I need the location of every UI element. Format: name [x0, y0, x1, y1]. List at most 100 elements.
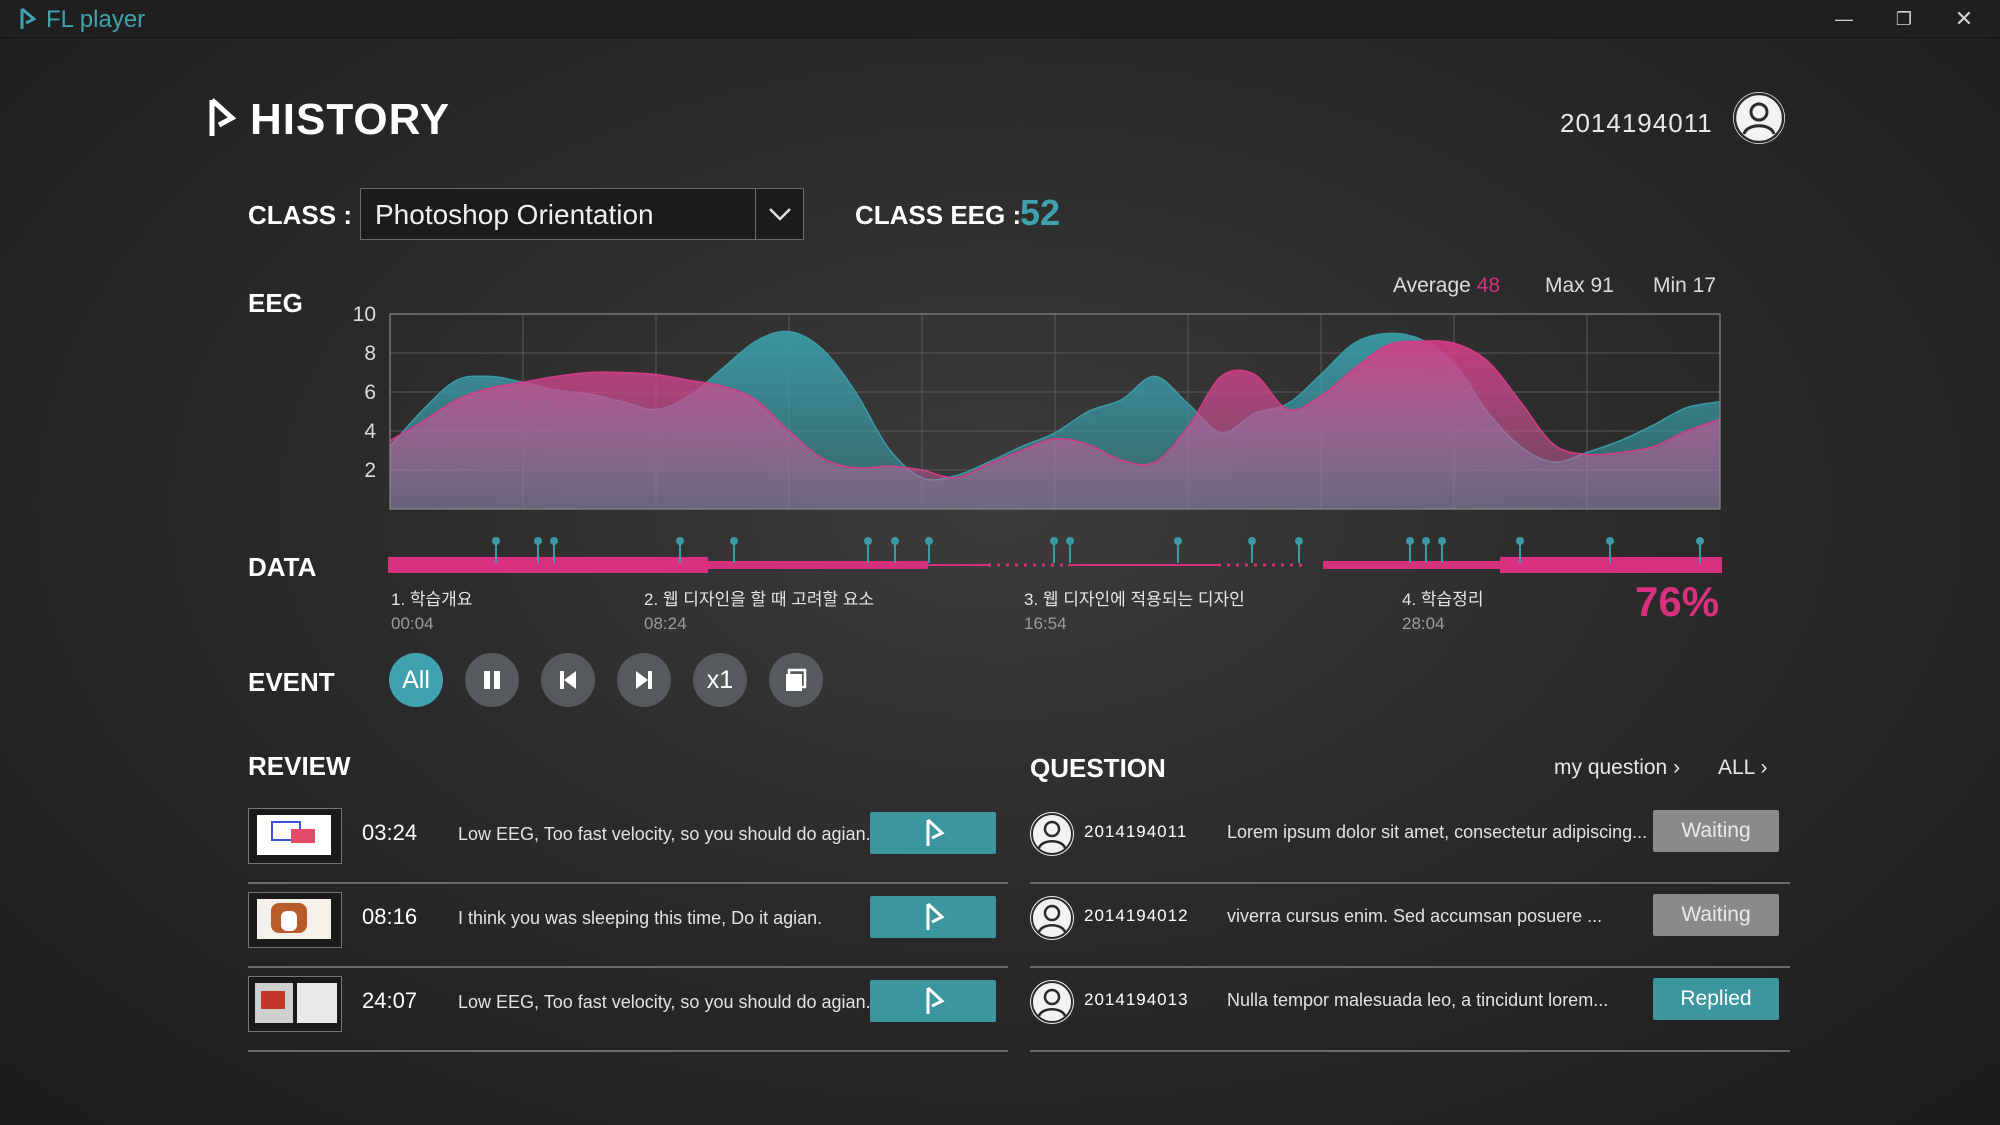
timeline-event-marker-head [1295, 537, 1303, 545]
data-timeline[interactable] [388, 535, 1722, 585]
eeg-label: EEG [248, 288, 303, 318]
chart-y-tick-label: 10 [353, 303, 376, 326]
review-time: 24:07 [362, 988, 418, 1013]
chapter-3[interactable]: 3. 웹 디자인에 적용되는 디자인 16:54 [1024, 585, 1245, 634]
chapter-time: 08:24 [644, 614, 687, 633]
user-id: 2014194011 [1560, 108, 1713, 138]
progress-percent: 76% [1635, 578, 1720, 625]
timeline-event-marker-head [1422, 537, 1430, 545]
review-thumbnail [248, 892, 342, 948]
my-question-link[interactable]: my question › [1554, 756, 1680, 780]
user-avatar-icon [1030, 980, 1074, 1024]
chapter-time: 16:54 [1024, 614, 1067, 633]
chart-y-tick-label: 2 [364, 459, 376, 482]
timeline-event-marker-head [676, 537, 684, 545]
question-label: QUESTION [1030, 753, 1166, 783]
chapter-title: 2. 웹 디자인을 할 때 고려할 요소 [644, 590, 875, 609]
chapter-1[interactable]: 1. 학습개요 00:04 [391, 585, 472, 634]
class-eeg-label: CLASS EEG : [855, 200, 1022, 230]
question-user-id: 2014194011 [1084, 822, 1188, 841]
review-thumbnail [248, 976, 342, 1032]
chevron-down-icon[interactable] [755, 189, 803, 239]
timeline-event-marker-head [1066, 537, 1074, 545]
timeline-segment [1323, 561, 1503, 569]
question-status-badge[interactable]: Waiting [1653, 894, 1779, 936]
timeline-event-marker-head [1516, 537, 1524, 545]
chapter-title: 1. 학습개요 [391, 590, 473, 609]
timeline-event-marker-head [925, 537, 933, 545]
question-text: Nulla tempor malesuada leo, a tincidunt … [1227, 990, 1609, 1010]
timeline-event-marker-head [891, 537, 899, 545]
all-questions-text: ALL [1718, 756, 1755, 779]
chapter-time: 00:04 [391, 614, 434, 633]
restore-button[interactable]: ❐ [1874, 0, 1934, 38]
chevron-right-icon: › [1760, 756, 1768, 779]
question-text: Lorem ipsum dolor sit amet, consectetur … [1227, 822, 1648, 842]
play-logo-icon [926, 902, 945, 930]
event-all-button[interactable]: All [389, 653, 443, 707]
skip-next-icon [636, 671, 652, 689]
chapter-4[interactable]: 4. 학습정리 28:04 [1402, 585, 1483, 634]
copy-button[interactable] [769, 653, 823, 707]
review-play-button[interactable] [870, 812, 996, 854]
play-logo-icon [926, 818, 945, 846]
user-avatar-icon [1030, 812, 1074, 856]
chapter-time: 28:04 [1402, 614, 1445, 633]
question-user-id: 2014194012 [1084, 906, 1189, 925]
timeline-event-marker-head [534, 537, 542, 545]
review-play-button[interactable] [870, 980, 996, 1022]
chart-y-ticks: 10 8 6 4 2 [353, 303, 377, 482]
next-button[interactable] [617, 653, 671, 707]
timeline-event-marker-head [1438, 537, 1446, 545]
copy-icon [786, 668, 807, 691]
chapter-title: 3. 웹 디자인에 적용되는 디자인 [1024, 590, 1245, 609]
timeline-event-marker-head [550, 537, 558, 545]
timeline-event-marker-head [1406, 537, 1414, 545]
page-title: HISTORY [250, 95, 451, 144]
class-select[interactable]: Photoshop Orientation [360, 188, 804, 240]
skip-previous-icon [560, 671, 576, 689]
title-bar [0, 0, 2000, 38]
class-eeg-value: 52 [1020, 192, 1061, 233]
previous-button[interactable] [541, 653, 595, 707]
speed-button[interactable]: x1 [693, 653, 747, 707]
review-row[interactable]: 03:24 Low EEG, Too fast velocity, so you… [248, 800, 1008, 884]
timeline-event-marker-head [492, 537, 500, 545]
user-avatar-icon [1030, 896, 1074, 940]
class-selected-value: Photoshop Orientation [375, 199, 654, 230]
question-status-badge[interactable]: Waiting [1653, 810, 1779, 852]
my-question-text: my question [1554, 756, 1668, 779]
chapter-2[interactable]: 2. 웹 디자인을 할 때 고려할 요소 08:24 [644, 585, 874, 634]
review-row[interactable]: 24:07 Low EEG, Too fast velocity, so you… [248, 968, 1008, 1052]
timeline-event-marker-head [1248, 537, 1256, 545]
user-avatar-icon[interactable] [1733, 92, 1785, 144]
question-status-badge[interactable]: Replied [1653, 978, 1779, 1020]
close-button[interactable]: ✕ [1934, 0, 1994, 38]
play-logo-icon [926, 986, 945, 1014]
chart-y-tick-label: 8 [364, 342, 376, 365]
review-row[interactable]: 08:16 I think you was sleeping this time… [248, 884, 1008, 968]
question-row[interactable]: 2014194011 Lorem ipsum dolor sit amet, c… [1030, 800, 1790, 884]
timeline-event-marker-head [864, 537, 872, 545]
pause-button[interactable] [465, 653, 519, 707]
review-text: Low EEG, Too fast velocity, so you shoul… [458, 992, 871, 1012]
question-user-id: 2014194013 [1084, 990, 1189, 1009]
app-logo-icon [20, 8, 36, 29]
question-row[interactable]: 2014194012 viverra cursus enim. Sed accu… [1030, 884, 1790, 968]
review-label: REVIEW [248, 751, 351, 781]
timeline-event-marker-head [1696, 537, 1704, 545]
review-time: 03:24 [362, 820, 418, 845]
review-time: 08:16 [362, 904, 418, 929]
review-text: Low EEG, Too fast velocity, so you shoul… [458, 824, 871, 844]
chart-y-tick-label: 6 [364, 381, 376, 404]
all-questions-link[interactable]: ALL › [1718, 756, 1767, 780]
timeline-event-marker-head [1174, 537, 1182, 545]
minimize-button[interactable]: — [1814, 0, 1874, 38]
timeline-event-marker-head [1050, 537, 1058, 545]
app-title: FL player [46, 6, 146, 33]
chevron-right-icon: › [1673, 756, 1681, 779]
pause-icon [484, 671, 500, 689]
question-row[interactable]: 2014194013 Nulla tempor malesuada leo, a… [1030, 968, 1790, 1052]
chart-y-tick-label: 4 [364, 420, 376, 443]
review-play-button[interactable] [870, 896, 996, 938]
